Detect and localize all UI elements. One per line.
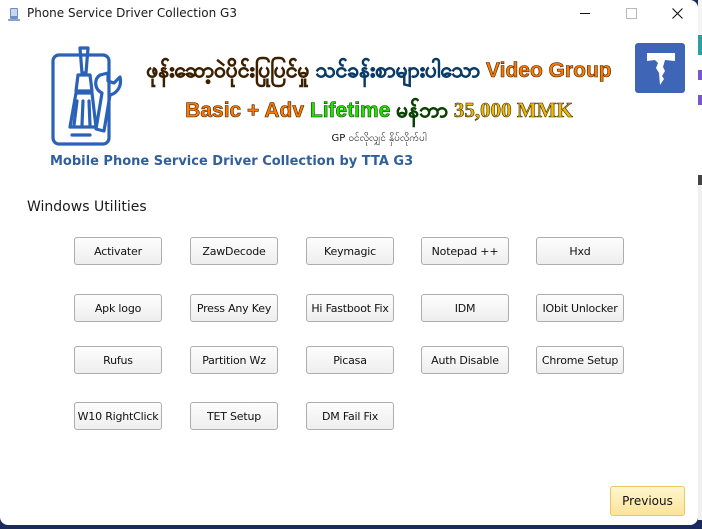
iobit-unlocker-button[interactable]: IObit Unlocker [536,294,624,322]
promo-price: 35,000 MMK [453,98,574,123]
promo-lifetime: Lifetime [309,99,391,123]
zawdecode-button[interactable]: ZawDecode [190,237,278,265]
tta-logo-icon[interactable] [635,43,685,93]
keymagic-button[interactable]: Keymagic [306,237,394,265]
press-any-key-button[interactable]: Press Any Key [190,294,278,322]
notepad-plus-plus-button[interactable]: Notepad ++ [421,237,509,265]
idm-button[interactable]: IDM [421,294,509,322]
promo-member-label: မန်ဘာ [396,99,448,123]
window-title: Phone Service Driver Collection G3 [27,6,237,20]
promo-plan: Basic + Adv [185,99,305,123]
phone-tools-icon[interactable] [50,45,130,147]
minimize-button[interactable] [562,0,608,28]
hxd-button[interactable]: Hxd [536,237,624,265]
promo-myanmar-part1: ဖုန်းဆော့ဝဲပိုင်းပြုပြင်မှု [146,59,310,83]
maximize-button[interactable] [608,0,654,28]
previous-button[interactable]: Previous [610,486,685,516]
chrome-setup-button[interactable]: Chrome Setup [536,346,624,374]
promo-join-link[interactable]: GP ဝင်လိုလျှင် နှိပ်လိုက်ပါ [134,131,624,146]
promo-myanmar-part2: သင်ခန်းစာများပါသော [315,59,481,83]
background-window-edge [698,0,702,529]
partition-wizard-button[interactable]: Partition Wz [190,346,278,374]
hi-fastboot-fix-button[interactable]: Hi Fastboot Fix [306,294,394,322]
rufus-button[interactable]: Rufus [74,346,162,374]
w10-rightclick-button[interactable]: W10 RightClick [74,402,162,430]
app-tagline: Mobile Phone Service Driver Collection b… [50,154,414,169]
app-window: Phone Service Driver Collection G3 ဖုန်း… [0,0,698,525]
title-bar[interactable]: Phone Service Driver Collection G3 [0,0,698,28]
promo-pricing[interactable]: Basic + Adv Lifetime မန်ဘာ 35,000 MMK [134,97,624,128]
auth-disable-button[interactable]: Auth Disable [421,346,509,374]
section-title: Windows Utilities [27,199,147,215]
close-icon [672,8,683,19]
activater-button[interactable]: Activater [74,237,162,265]
picasa-button[interactable]: Picasa [306,346,394,374]
apk-logo-button[interactable]: Apk logo [74,294,162,322]
promo-video-group: Video Group [486,59,612,83]
promo-headline[interactable]: ဖုန်းဆော့ဝဲပိုင်းပြုပြင်မှု သင်ခန်းစာမျာ… [134,57,624,88]
close-button[interactable] [654,0,698,28]
dm-fail-fix-button[interactable]: DM Fail Fix [306,402,394,430]
tet-setup-button[interactable]: TET Setup [190,402,278,430]
app-icon [8,8,20,21]
